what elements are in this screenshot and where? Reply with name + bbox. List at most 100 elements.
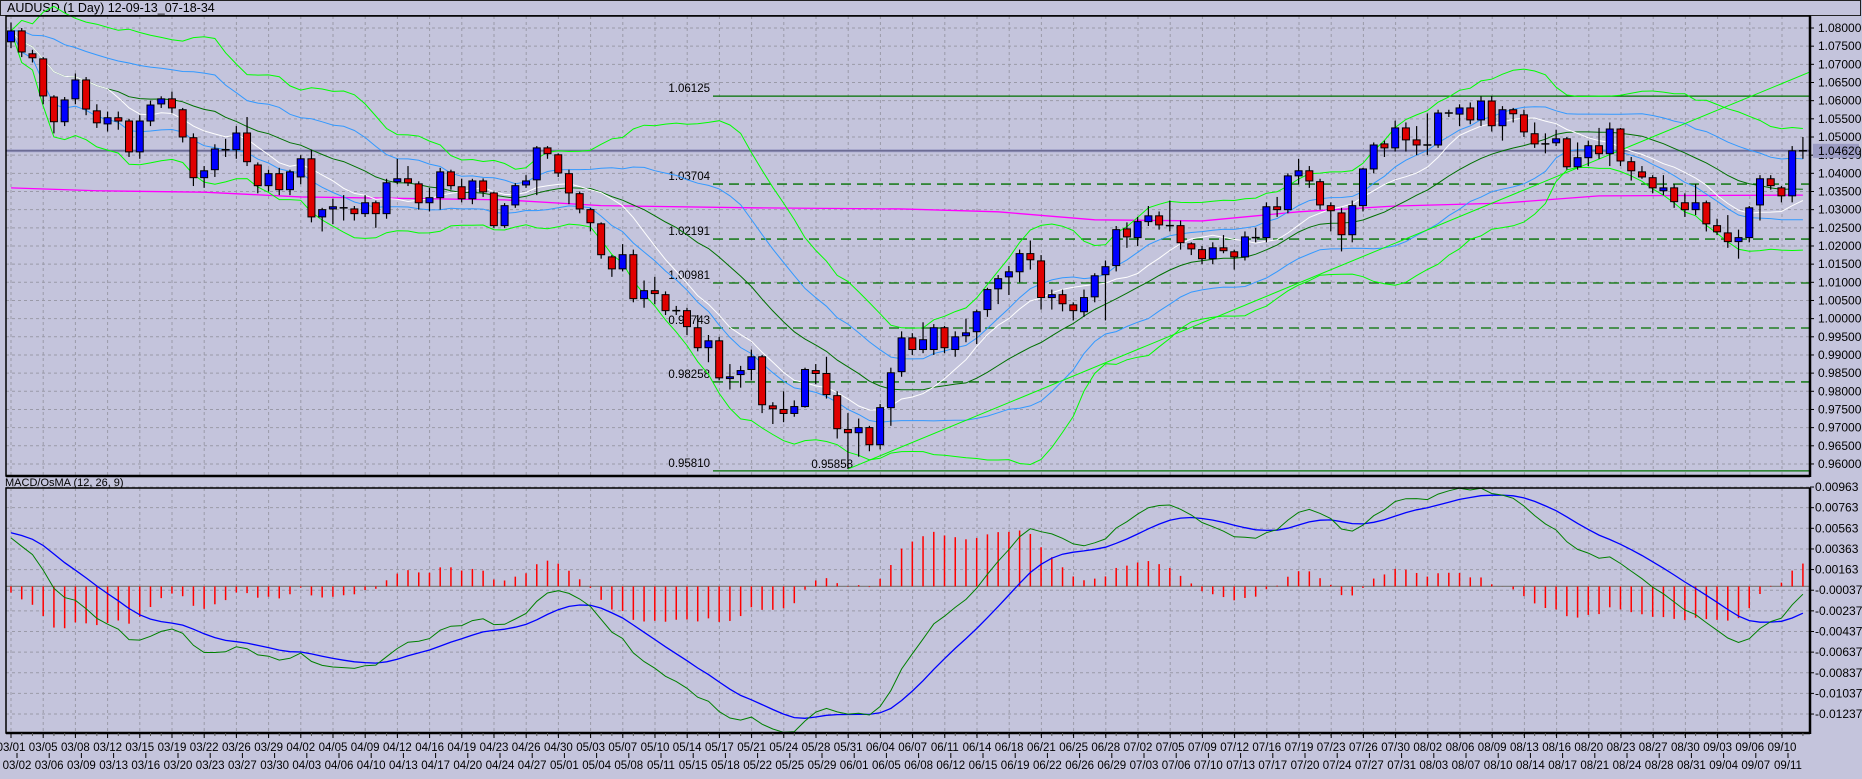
candle-bull — [511, 185, 520, 206]
date-label: 05/14 — [673, 742, 702, 754]
date-label: 07/19 — [1285, 742, 1314, 754]
date-label: 06/12 — [936, 760, 965, 772]
candle-bear — [940, 327, 949, 349]
candle-bear — [1316, 181, 1325, 206]
candle-bull — [1090, 275, 1099, 298]
candle-bear — [758, 356, 767, 406]
candle-bear — [908, 337, 917, 351]
candle-bear — [1176, 225, 1185, 244]
date-label: 07/27 — [1355, 760, 1384, 772]
price-tick-label: 1.07500 — [1818, 39, 1862, 53]
candle-bear — [779, 408, 788, 414]
date-label: 06/05 — [872, 760, 901, 772]
date-label: 05/22 — [743, 760, 772, 772]
bollinger-upper-outer — [10, 5, 1803, 329]
price-tick-label: 1.01500 — [1818, 257, 1862, 271]
date-label: 05/04 — [582, 760, 611, 772]
date-label: 04/09 — [351, 742, 380, 754]
candle-bear — [1595, 145, 1604, 155]
candle-bull — [747, 356, 756, 371]
price-tick-label: 1.03000 — [1818, 203, 1862, 217]
date-label: 07/09 — [1188, 742, 1217, 754]
date-label: 08/02 — [1413, 742, 1442, 754]
candle-bull — [425, 197, 434, 204]
date-label: 08/13 — [1510, 742, 1539, 754]
date-label: 07/17 — [1258, 760, 1287, 772]
macd-tick-label: -0.00837 — [1815, 666, 1862, 680]
date-label: 04/10 — [357, 760, 386, 772]
date-label: 04/26 — [512, 742, 541, 754]
candle-bull — [1348, 205, 1357, 236]
level-label: 1.03704 — [668, 171, 710, 183]
price-tick-label: 1.07000 — [1818, 57, 1862, 71]
candle-bull — [71, 79, 80, 100]
price-tick-label: 0.97500 — [1818, 402, 1862, 416]
date-label: 03/20 — [164, 760, 193, 772]
candle-bull — [1240, 236, 1249, 258]
price-tick-label: 0.99500 — [1818, 330, 1862, 344]
candle-bear — [693, 327, 702, 349]
date-label: 04/20 — [453, 760, 482, 772]
date-label: 03/02 — [3, 760, 32, 772]
date-label: 03/01 — [0, 742, 25, 754]
candle-bear — [275, 173, 284, 191]
candle-bull — [1659, 187, 1668, 192]
macd-tick-label: 0.00563 — [1815, 521, 1859, 535]
candle-bear — [1562, 138, 1571, 168]
date-label: 04/17 — [421, 760, 450, 772]
candle-bear — [1530, 133, 1539, 145]
candle-bull — [436, 171, 445, 199]
date-label: 05/18 — [711, 760, 740, 772]
price-tick-label: 1.00000 — [1818, 312, 1862, 326]
candle-bear — [843, 428, 852, 434]
date-label: 07/03 — [1130, 760, 1159, 772]
candle-bull — [790, 406, 799, 414]
candle-bull — [500, 205, 509, 227]
macd-tick-label: 0.00163 — [1815, 563, 1859, 577]
candle-bull — [972, 311, 981, 333]
date-label: 08/03 — [1419, 760, 1448, 772]
candle-bear — [178, 109, 187, 138]
date-label: 04/06 — [325, 760, 354, 772]
candle-bear — [1680, 202, 1689, 211]
candle-bull — [522, 180, 531, 186]
candle-bull — [1047, 294, 1056, 299]
candle-bull — [961, 332, 970, 337]
price-tick-label: 0.96500 — [1818, 439, 1862, 453]
candle-bear — [1187, 243, 1196, 250]
macd-tick-label: 0.00963 — [1815, 480, 1859, 494]
ma-mid-line — [10, 30, 1803, 391]
price-tick-label: 1.05000 — [1818, 130, 1862, 144]
candle-bear — [682, 310, 691, 328]
candle-bear — [1627, 161, 1636, 172]
date-label: 08/10 — [1484, 760, 1513, 772]
candle-bull — [1294, 170, 1303, 177]
date-label: 03/29 — [254, 742, 283, 754]
date-label: 05/01 — [550, 760, 579, 772]
axes: 1.08000 1.07500 1.07000 1.06500 1.06000 1.055… — [0, 15, 1862, 772]
date-label: 09/10 — [1768, 742, 1797, 754]
low-price-label: 0.95858 — [811, 459, 853, 471]
candle-bull — [854, 427, 863, 434]
indicator-lines — [10, 5, 1811, 470]
date-label: 09/07 — [1741, 760, 1770, 772]
date-label: 08/24 — [1613, 760, 1642, 772]
candle-bear — [39, 58, 48, 97]
date-label: 04/16 — [415, 742, 444, 754]
candle-bear — [1713, 225, 1722, 233]
price-tick-label: 0.98000 — [1818, 384, 1862, 398]
date-label: 04/03 — [292, 760, 321, 772]
price-tick-label: 1.03500 — [1818, 184, 1862, 198]
price-tick-label: 1.06000 — [1818, 94, 1862, 108]
candle-bull — [886, 372, 895, 409]
candle-bear — [1766, 178, 1775, 187]
current-price-label: 1.04620 — [1818, 144, 1862, 158]
candle-bull — [929, 327, 938, 351]
candle-bear — [1637, 171, 1646, 178]
candle-bull — [1788, 150, 1797, 197]
candle-bear — [597, 223, 606, 256]
candle-bear — [1670, 187, 1679, 203]
date-label: 09/06 — [1735, 742, 1764, 754]
candle-bull — [1605, 128, 1614, 155]
date-label: 08/06 — [1446, 742, 1475, 754]
